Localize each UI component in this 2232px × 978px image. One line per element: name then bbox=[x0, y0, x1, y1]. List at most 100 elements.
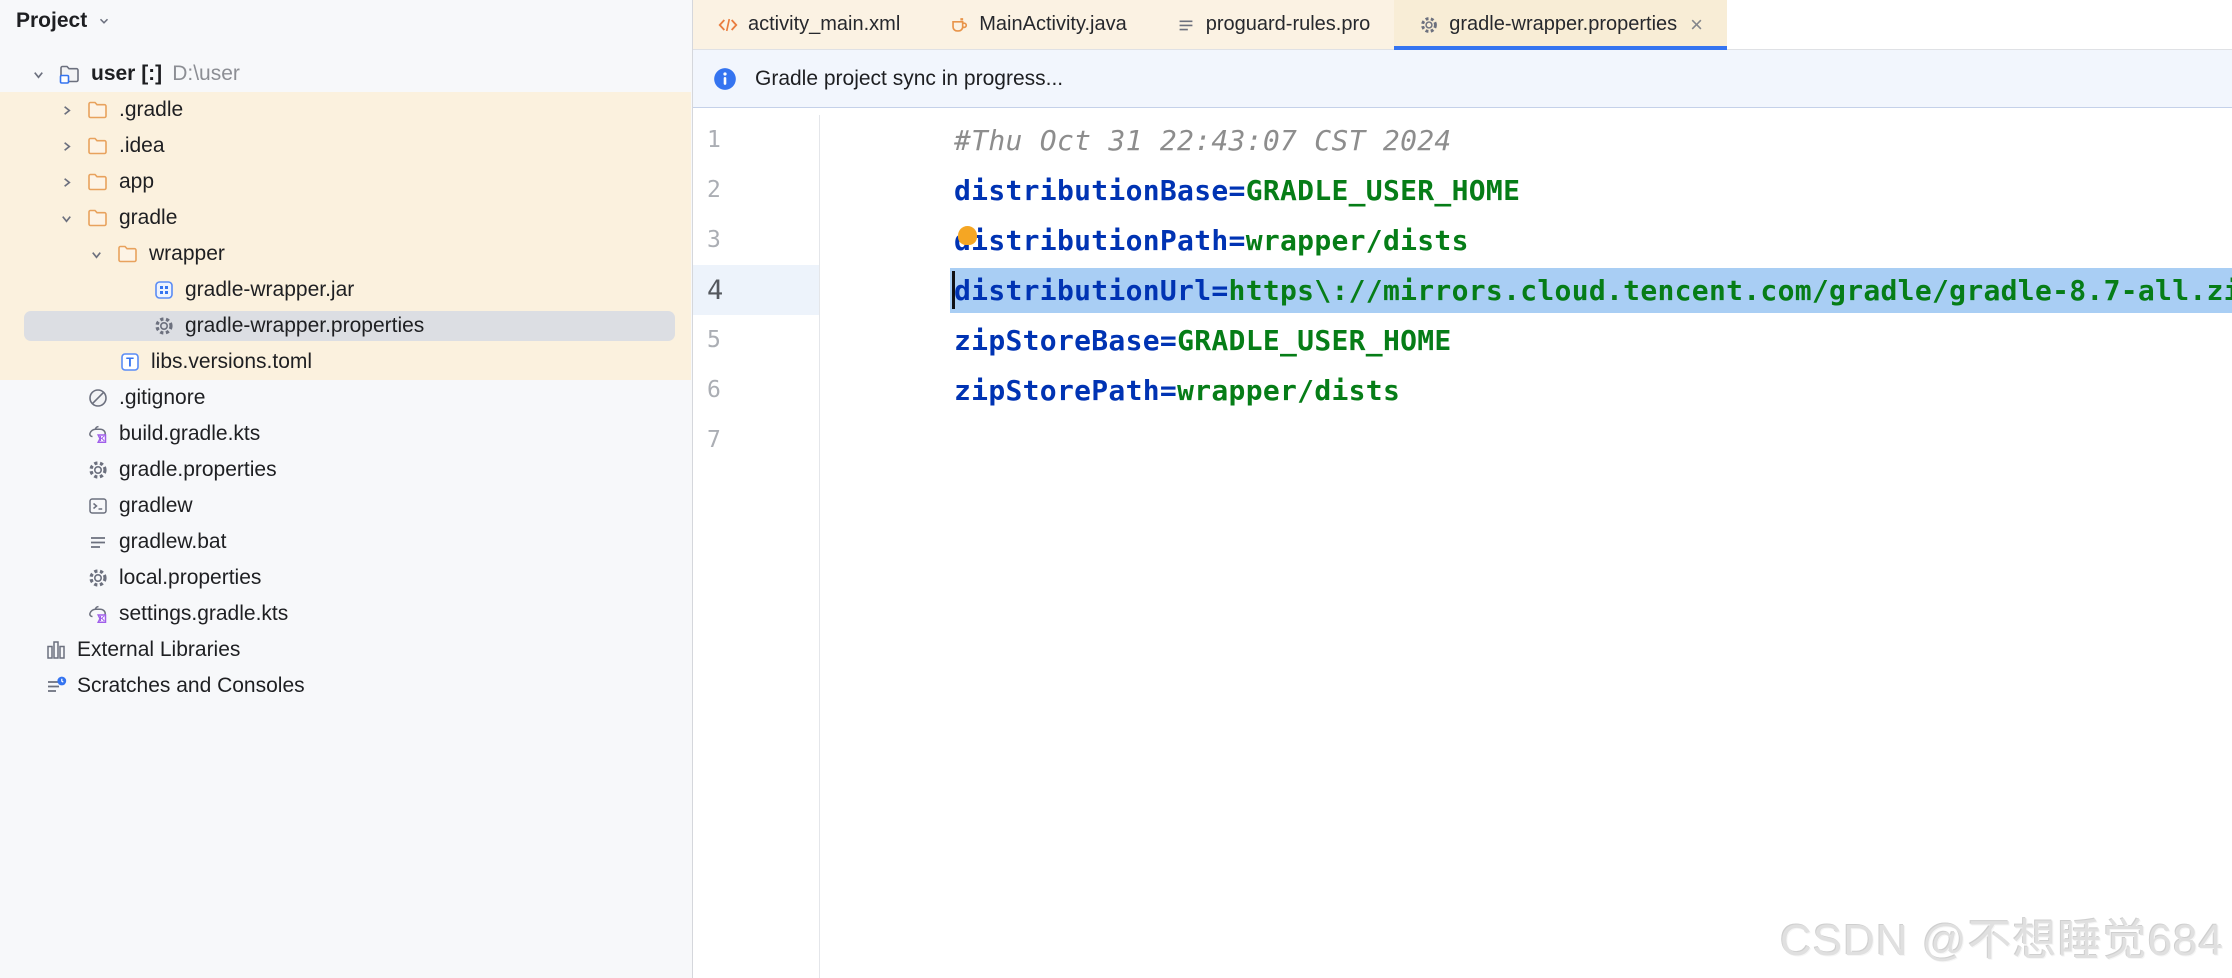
editor-empty-space bbox=[693, 465, 2232, 978]
property-key: zipStoreBase bbox=[954, 324, 1160, 357]
line-number: 1 bbox=[707, 127, 721, 153]
code-line-3: 3 distributionPath=wrapper/dists bbox=[693, 215, 2232, 265]
code-line-5: 5 zipStoreBase=GRADLE_USER_HOME bbox=[693, 315, 2232, 365]
line-number-current: 4 bbox=[707, 275, 723, 306]
tree-item-label: gradle-wrapper.jar bbox=[185, 278, 354, 302]
project-panel-header: Project bbox=[0, 0, 692, 56]
tab-mainactivity-java[interactable]: MainActivity.java bbox=[924, 0, 1150, 49]
property-value: https\://mirrors.cloud.tencent.com/gradl… bbox=[1229, 274, 2232, 307]
tree-item-wrapper-folder[interactable]: wrapper bbox=[0, 236, 691, 272]
gear-icon bbox=[152, 314, 176, 338]
code-line-4: 4 distributionUrl=https\://mirrors.cloud… bbox=[693, 265, 2232, 315]
property-key: distributionUrl bbox=[954, 274, 1211, 307]
equals-sign: = bbox=[1160, 374, 1177, 407]
equals-sign: = bbox=[1211, 274, 1228, 307]
svg-text:K: K bbox=[99, 614, 105, 623]
tab-activity-main-xml[interactable]: activity_main.xml bbox=[693, 0, 924, 49]
ide-window: Project user [:] D:\user bbox=[0, 0, 2232, 978]
property-key: distributionPath bbox=[954, 224, 1229, 257]
tree-item-label: .gradle bbox=[119, 98, 183, 122]
tree-item-local-properties[interactable]: local.properties bbox=[0, 560, 691, 596]
tab-label: proguard-rules.pro bbox=[1206, 13, 1371, 36]
tab-label: gradle-wrapper.properties bbox=[1449, 13, 1677, 36]
java-cup-icon bbox=[948, 14, 970, 36]
tree-item-settings-gradle-kts[interactable]: K settings.gradle.kts bbox=[0, 596, 691, 632]
project-tool-window: Project user [:] D:\user bbox=[0, 0, 693, 978]
svg-text:K: K bbox=[99, 434, 105, 443]
text-file-icon bbox=[1175, 14, 1197, 36]
close-icon[interactable]: × bbox=[1690, 14, 1703, 36]
equals-sign: = bbox=[1160, 324, 1177, 357]
chevron-right-icon[interactable] bbox=[58, 174, 74, 190]
tab-proguard-rules-pro[interactable]: proguard-rules.pro bbox=[1151, 0, 1395, 49]
line-number: 3 bbox=[707, 227, 721, 253]
line-number: 5 bbox=[707, 327, 721, 353]
property-value: GRADLE_USER_HOME bbox=[1177, 324, 1452, 357]
chevron-right-icon[interactable] bbox=[58, 102, 74, 118]
tree-item-libs-versions-toml[interactable]: T libs.versions.toml bbox=[0, 344, 691, 380]
tab-label: activity_main.xml bbox=[748, 13, 900, 36]
tree-item-label: libs.versions.toml bbox=[151, 350, 312, 374]
svg-text:T: T bbox=[126, 356, 134, 370]
gear-icon bbox=[86, 566, 110, 590]
tree-item-gradlew-bat[interactable]: gradlew.bat bbox=[0, 524, 691, 560]
tree-item-user-root[interactable]: user [:] D:\user bbox=[0, 56, 691, 92]
chevron-right-icon[interactable] bbox=[58, 138, 74, 154]
project-tree: user [:] D:\user .gradle .idea bbox=[0, 56, 691, 704]
tree-item-gradle-dot-folder[interactable]: .gradle bbox=[0, 92, 691, 128]
tree-item-gitignore[interactable]: .gitignore bbox=[0, 380, 691, 416]
jar-archive-icon bbox=[152, 278, 176, 302]
line-number: 7 bbox=[707, 427, 721, 453]
chevron-down-icon[interactable] bbox=[30, 66, 46, 82]
text-caret bbox=[952, 271, 955, 309]
tree-item-gradlew[interactable]: gradlew bbox=[0, 488, 691, 524]
chevron-down-icon[interactable] bbox=[97, 14, 111, 28]
intention-bulb-icon[interactable] bbox=[958, 226, 977, 245]
tree-item-label: .idea bbox=[119, 134, 165, 158]
folder-icon bbox=[86, 134, 110, 158]
editor-area: activity_main.xml MainActivity.java prog… bbox=[693, 0, 2232, 978]
property-value: wrapper/dists bbox=[1177, 374, 1400, 407]
tree-item-label: Scratches and Consoles bbox=[77, 674, 305, 698]
folder-icon bbox=[116, 242, 140, 266]
tree-item-gradle-wrapper-properties[interactable]: gradle-wrapper.properties bbox=[0, 308, 691, 344]
line-number: 2 bbox=[707, 177, 721, 203]
chevron-down-icon[interactable] bbox=[88, 246, 104, 262]
tree-item-build-gradle-kts[interactable]: K build.gradle.kts bbox=[0, 416, 691, 452]
selected-text: distributionUrl=https\://mirrors.cloud.t… bbox=[950, 268, 2232, 313]
code-line-7: 7 bbox=[693, 415, 2232, 465]
editor-tab-bar: activity_main.xml MainActivity.java prog… bbox=[693, 0, 2232, 50]
tree-item-label: gradle-wrapper.properties bbox=[185, 314, 424, 338]
tree-item-gradle-properties[interactable]: gradle.properties bbox=[0, 452, 691, 488]
scratches-icon bbox=[44, 674, 68, 698]
code-line-1: 1 #Thu Oct 31 22:43:07 CST 2024 bbox=[693, 115, 2232, 165]
terminal-script-icon bbox=[86, 494, 110, 518]
chevron-down-icon[interactable] bbox=[58, 210, 74, 226]
tree-item-path: D:\user bbox=[172, 62, 240, 86]
info-icon bbox=[712, 66, 738, 92]
tree-item-app-folder[interactable]: app bbox=[0, 164, 691, 200]
code-editor[interactable]: 1 #Thu Oct 31 22:43:07 CST 2024 2 distri… bbox=[693, 108, 2232, 978]
project-panel-title[interactable]: Project bbox=[16, 9, 87, 33]
gradle-kts-file-icon: K bbox=[86, 422, 110, 446]
tree-item-label: local.properties bbox=[119, 566, 261, 590]
tab-label: MainActivity.java bbox=[979, 13, 1126, 36]
tree-item-label: gradle bbox=[119, 206, 177, 230]
ignored-file-icon bbox=[86, 386, 110, 410]
tree-item-label: app bbox=[119, 170, 154, 194]
tree-item-label: .gitignore bbox=[119, 386, 205, 410]
tree-item-external-libraries[interactable]: External Libraries bbox=[0, 632, 691, 668]
tree-item-gradle-wrapper-jar[interactable]: gradle-wrapper.jar bbox=[0, 272, 691, 308]
tab-gradle-wrapper-properties[interactable]: gradle-wrapper.properties × bbox=[1394, 0, 1727, 49]
gear-icon bbox=[86, 458, 110, 482]
csdn-watermark: CSDN @不想睡觉684 bbox=[1780, 904, 2224, 968]
tree-item-gradle-folder[interactable]: gradle bbox=[0, 200, 691, 236]
text-file-icon bbox=[86, 530, 110, 554]
property-key: zipStorePath bbox=[954, 374, 1160, 407]
tree-item-scratches-and-consoles[interactable]: Scratches and Consoles bbox=[0, 668, 691, 704]
property-key: distributionBase bbox=[954, 174, 1229, 207]
line-number: 6 bbox=[707, 377, 721, 403]
tree-item-idea-folder[interactable]: .idea bbox=[0, 128, 691, 164]
equals-sign: = bbox=[1229, 224, 1246, 257]
folder-icon bbox=[86, 206, 110, 230]
